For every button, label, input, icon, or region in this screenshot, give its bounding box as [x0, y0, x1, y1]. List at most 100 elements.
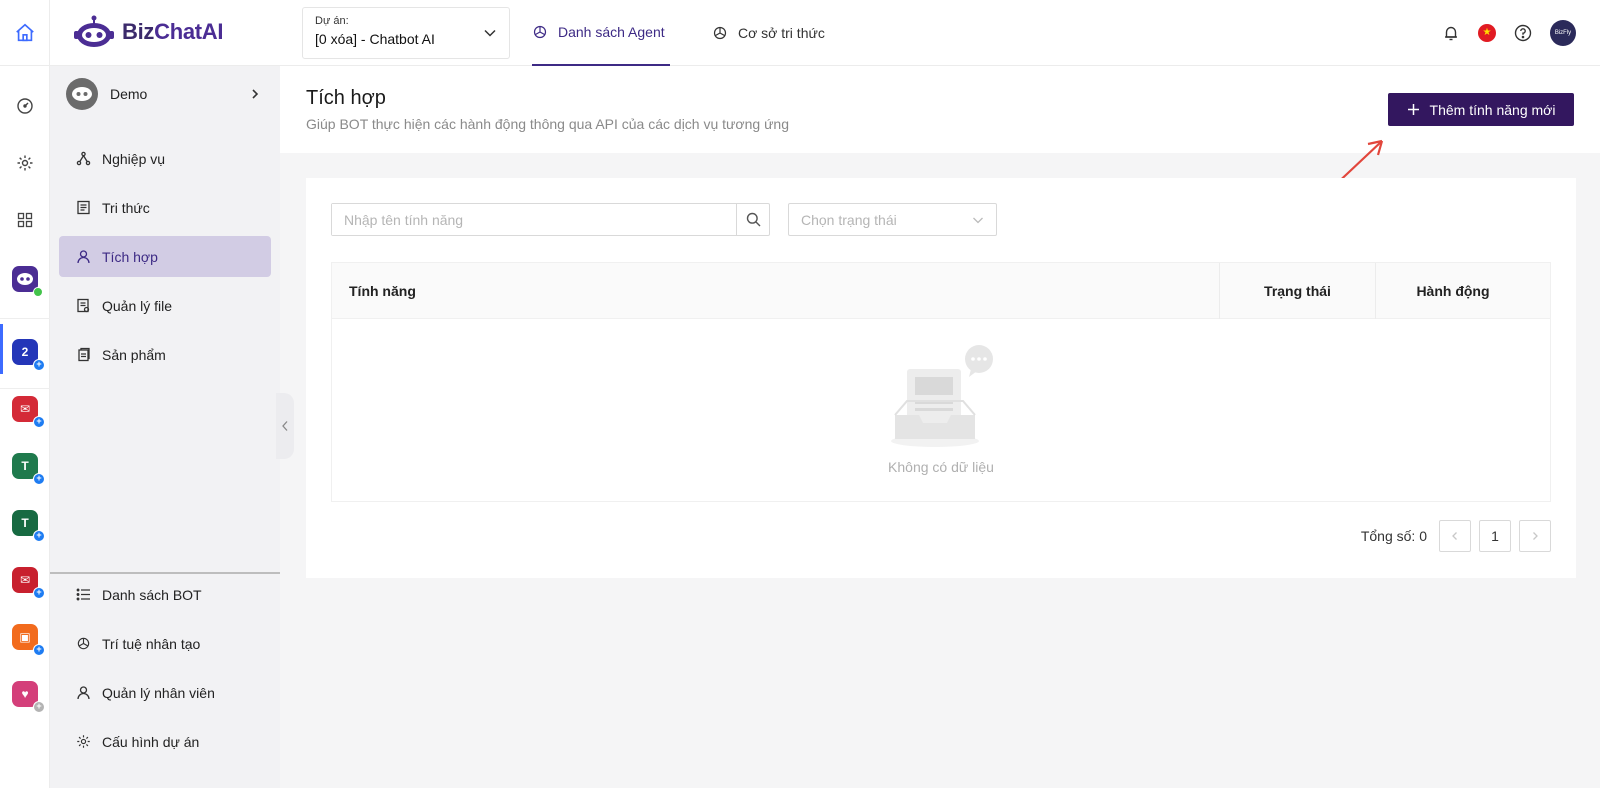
add-feature-button[interactable]: Thêm tính năng mới [1388, 93, 1574, 126]
menu-item-integration[interactable]: Tích hợp [59, 236, 271, 277]
mail-app-icon: ✉ + [12, 396, 45, 428]
vietnam-flag-icon[interactable]: ★ [1478, 24, 1496, 42]
menu-item-project-config[interactable]: Cấu hình dự án [59, 721, 271, 762]
ai-icon [77, 637, 90, 650]
menu-item-label: Trí tuệ nhân tạo [102, 635, 201, 652]
rail-app-orange[interactable]: ▣ + [0, 617, 50, 657]
menu-item-bot-list[interactable]: Danh sách BOT [59, 574, 271, 615]
project-label: Dự án: [315, 15, 349, 27]
menu-item-business[interactable]: Nghiệp vụ [59, 138, 271, 179]
home-button[interactable] [0, 0, 50, 66]
integration-card: Chọn trạng thái Tính năng Trạng thái Hàn… [306, 178, 1576, 578]
page-title: Tích hợp [306, 87, 386, 109]
chevron-right-icon [1533, 532, 1538, 540]
rail-app-mail[interactable]: ✉ + [0, 389, 50, 429]
menu-item-products[interactable]: Sản phẩm [59, 334, 271, 375]
person-icon [77, 686, 90, 700]
rail-dashboard[interactable] [0, 86, 50, 126]
user-icon [77, 250, 90, 264]
product-icon [78, 347, 90, 362]
feature-search-input[interactable] [332, 204, 736, 235]
empty-inbox-icon [891, 345, 993, 447]
chevron-left-icon [1452, 532, 1457, 540]
bot-selector[interactable]: Demo [66, 76, 276, 112]
brand-name: BizChatAI [122, 19, 224, 44]
side-menu: Demo Nghiệp vụ Tri thức Tích hợp Quản lý… [50, 66, 280, 788]
prev-page-button[interactable] [1439, 520, 1471, 552]
tab-label: Danh sách Agent [558, 24, 665, 40]
openai-icon [713, 26, 727, 40]
pagination: Tổng số: 0 1 [1361, 520, 1551, 552]
next-page-button[interactable] [1519, 520, 1551, 552]
robot-logo-icon [74, 15, 114, 47]
column-feature: Tính năng [349, 283, 416, 299]
chevron-right-icon [252, 89, 259, 99]
rail-app-pink[interactable]: ♥ + [0, 674, 50, 714]
page-header: Tích hợp Giúp BOT thực hiện các hành độn… [280, 66, 1600, 153]
document-icon [77, 200, 90, 215]
menu-item-label: Quản lý file [102, 297, 173, 314]
rail-app-mail-2[interactable]: ✉ + [0, 560, 50, 600]
add-feature-label: Thêm tính năng mới [1429, 101, 1556, 118]
chevron-down-icon [973, 217, 983, 223]
rail-bizchat-bot[interactable] [0, 259, 50, 299]
rail-app-teal-1[interactable]: T + [0, 446, 50, 486]
collapse-sidebar-button[interactable] [276, 393, 294, 459]
search-button[interactable] [736, 204, 769, 235]
project-value: [0 xóa] - Chatbot AI [315, 31, 435, 47]
teal-app-icon: T + [12, 510, 45, 542]
online-status-dot [33, 287, 43, 297]
features-table: Tính năng Trạng thái Hành động Không có … [331, 262, 1551, 502]
mail-app-icon: ✉ + [12, 567, 45, 599]
top-header: BizChatAI Dự án: [0 xóa] - Chatbot AI Da… [0, 0, 1600, 66]
bizchat-bot-app-icon [12, 266, 43, 297]
menu-item-label: Tích hợp [102, 248, 158, 265]
bot-avatar [66, 78, 98, 110]
bell-icon[interactable] [1442, 24, 1460, 42]
menu-item-ai[interactable]: Trí tuệ nhân tạo [59, 623, 271, 664]
chevron-left-icon [282, 421, 288, 431]
menu-item-label: Sản phẩm [102, 346, 166, 363]
home-icon [15, 23, 34, 42]
column-status: Trạng thái [1264, 283, 1331, 299]
heart-app-icon: ♥ + [12, 681, 45, 713]
user-avatar[interactable]: BizFly [1550, 20, 1576, 46]
teal-app-icon: T + [12, 453, 45, 485]
rail-app-teal-2[interactable]: T + [0, 503, 50, 543]
search-box [331, 203, 770, 236]
tab-agent-list[interactable]: Danh sách Agent [532, 0, 670, 66]
project-select[interactable]: Dự án: [0 xóa] - Chatbot AI [302, 7, 510, 59]
empty-state-text: Không có dữ liệu [888, 459, 994, 475]
rail-app-blue[interactable]: 2 + [0, 332, 50, 372]
list-icon [76, 588, 90, 601]
status-placeholder: Chọn trạng thái [801, 211, 897, 228]
plus-icon [1407, 104, 1419, 115]
status-select[interactable]: Chọn trạng thái [788, 203, 997, 236]
menu-item-staff[interactable]: Quản lý nhân viên [59, 672, 271, 713]
menu-item-label: Tri thức [102, 199, 150, 216]
app-blue-icon: 2 + [12, 339, 45, 371]
settings-icon [17, 155, 33, 171]
openai-icon [533, 25, 547, 39]
menu-item-knowledge[interactable]: Tri thức [59, 187, 271, 228]
file-icon [77, 298, 90, 313]
bot-name: Demo [110, 86, 148, 102]
tab-label: Cơ sở tri thức [738, 25, 825, 41]
rail-apps[interactable] [0, 200, 50, 240]
menu-item-label: Nghiệp vụ [102, 150, 166, 167]
bizchatai-logo[interactable]: BizChatAI [74, 14, 224, 50]
menu-item-file-management[interactable]: Quản lý file [59, 285, 271, 326]
empty-state: Không có dữ liệu [332, 319, 1550, 501]
apps-grid-icon [17, 212, 33, 228]
tab-knowledge-base[interactable]: Cơ sở tri thức [712, 0, 842, 66]
rail-settings[interactable] [0, 143, 50, 183]
shopping-app-icon: ▣ + [12, 624, 45, 656]
gear-icon [77, 735, 90, 748]
page-number-button[interactable]: 1 [1479, 520, 1511, 552]
dashboard-icon [17, 98, 33, 114]
page-subtitle: Giúp BOT thực hiện các hành động thông q… [306, 116, 790, 132]
menu-item-label: Cấu hình dự án [102, 733, 200, 750]
help-icon[interactable] [1514, 24, 1532, 42]
chevron-down-icon [484, 29, 496, 37]
app-rail: 2 + ✉ + T + T + ✉ + ▣ + ♥ + [0, 66, 50, 788]
